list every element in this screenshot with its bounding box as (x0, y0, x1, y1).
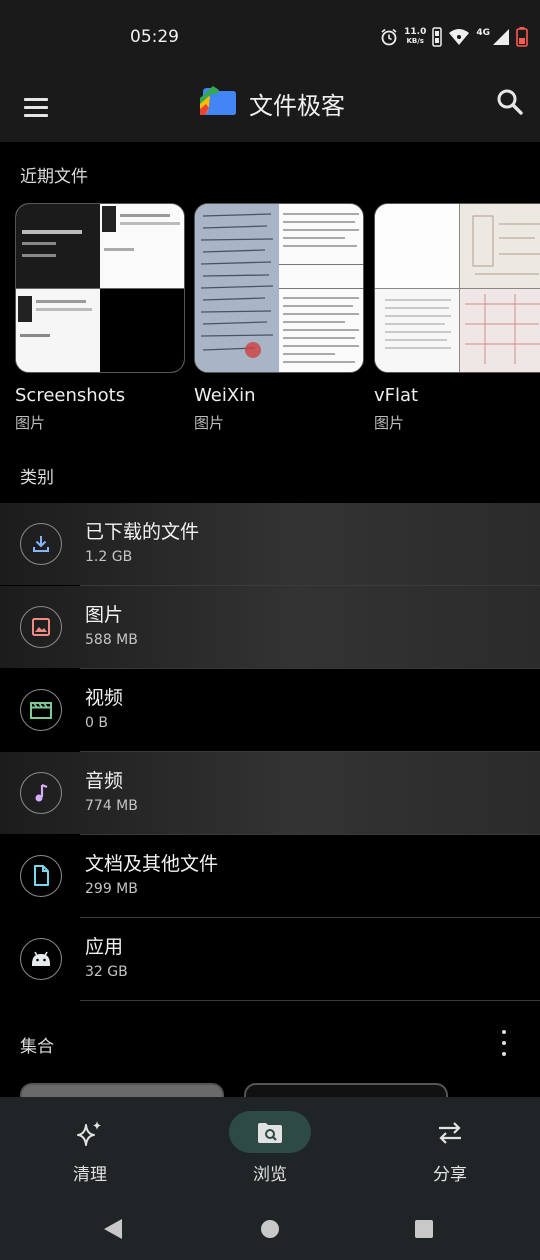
home-circle-icon[interactable] (260, 1219, 280, 1239)
vflat-collage-thumbnail (375, 204, 540, 372)
category-size: 588 MB (85, 632, 138, 648)
video-icon (20, 689, 62, 731)
category-title: 应用 (85, 936, 124, 958)
swap-share-icon (433, 1119, 467, 1147)
category-size: 32 GB (85, 964, 128, 980)
category-videos[interactable]: 视频 0 B (0, 669, 540, 751)
image-icon (20, 606, 62, 648)
back-triangle-icon[interactable] (102, 1217, 124, 1241)
recent-thumbnail-vflat[interactable] (374, 203, 540, 373)
category-title: 音频 (85, 770, 124, 792)
wifi-icon (449, 29, 470, 45)
category-size: 1.2 GB (85, 549, 133, 565)
status-time: 05:29 (130, 27, 179, 47)
nav-item-clean[interactable]: 清理 (0, 1097, 180, 1197)
recent-type-weixin: 图片 (194, 414, 225, 432)
system-navigation (0, 1197, 540, 1260)
screenshot-collage-thumbnail (16, 204, 184, 372)
network-type: 4G (476, 28, 490, 38)
nav-item-browse[interactable]: 浏览 (180, 1097, 360, 1197)
alarm-icon (381, 28, 397, 46)
category-size: 299 MB (85, 881, 138, 897)
download-icon (20, 523, 62, 565)
search-icon[interactable] (494, 86, 526, 118)
category-title: 图片 (85, 604, 124, 626)
data-sim-icon (432, 27, 443, 47)
recents-square-icon[interactable] (414, 1219, 434, 1239)
recent-name-vflat: vFlat (374, 385, 419, 406)
recent-files-header: 近期文件 (20, 167, 88, 187)
battery-icon (516, 27, 528, 47)
recent-thumbnail-weixin[interactable] (194, 203, 364, 373)
recent-name-weixin: WeiXin (194, 385, 256, 406)
recent-name-screenshots: Screenshots (15, 385, 126, 406)
weixin-collage-thumbnail (195, 204, 363, 372)
nav-label: 分享 (433, 1165, 467, 1185)
browse-folder-icon (253, 1119, 287, 1147)
nav-item-share[interactable]: 分享 (360, 1097, 540, 1197)
divider (80, 1000, 540, 1001)
network-speed: 11.0 KB/s (404, 27, 427, 46)
status-icons: 11.0 KB/s 4G (380, 24, 528, 50)
category-size: 774 MB (85, 798, 138, 814)
category-title: 视频 (85, 687, 124, 709)
recent-type-screenshots: 图片 (15, 414, 46, 432)
category-documents[interactable]: 文档及其他文件 299 MB (0, 835, 540, 917)
more-vert-icon[interactable] (494, 1030, 514, 1056)
nav-label: 浏览 (253, 1165, 287, 1185)
category-size: 0 B (85, 715, 108, 731)
app-bar: 文件极客 (0, 72, 540, 142)
sparkle-clean-icon (73, 1119, 107, 1147)
category-apps[interactable]: 应用 32 GB (0, 918, 540, 1000)
app-title: 文件极客 (249, 92, 345, 120)
nav-label: 清理 (73, 1165, 107, 1185)
files-app-logo (200, 86, 236, 115)
android-icon (20, 938, 62, 980)
bottom-navigation: 清理 浏览 分享 (0, 1097, 540, 1197)
category-title: 文档及其他文件 (85, 853, 219, 875)
recent-type-vflat: 图片 (374, 414, 405, 432)
category-title: 已下载的文件 (85, 521, 200, 543)
recent-thumbnail-screenshots[interactable] (15, 203, 185, 373)
document-icon (20, 855, 62, 897)
category-audio[interactable]: 音频 774 MB (0, 752, 540, 834)
category-images[interactable]: 图片 588 MB (0, 586, 540, 668)
hamburger-menu-icon[interactable] (18, 89, 54, 125)
status-bar: 05:29 11.0 KB/s 4G (0, 0, 540, 72)
category-downloads[interactable]: 已下载的文件 1.2 GB (0, 503, 540, 585)
signal-icon (493, 29, 509, 45)
collections-header: 集合 (20, 1037, 54, 1057)
music-note-icon (20, 772, 62, 814)
categories-header: 类别 (20, 468, 54, 488)
